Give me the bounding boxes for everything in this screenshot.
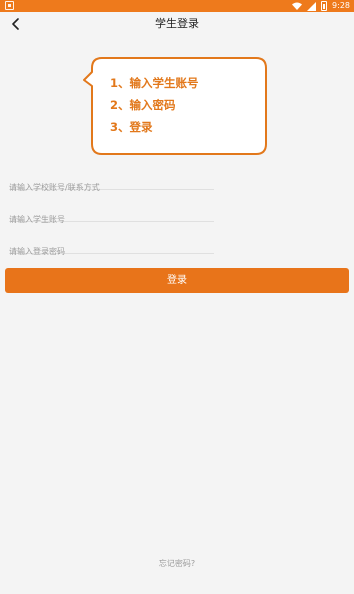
nav-bar: 学生登录: [0, 12, 354, 36]
forgot-password-link[interactable]: 忘记密码?: [0, 558, 354, 569]
chevron-left-icon: [12, 18, 19, 30]
back-button[interactable]: [6, 14, 26, 34]
login-button[interactable]: 登录: [5, 268, 349, 293]
school-account-input[interactable]: [9, 180, 214, 195]
tip-line-3: 3、登录: [110, 120, 153, 134]
tip-list: 1、输入学生账号 2、输入密码 3、登录: [110, 72, 199, 138]
password-field: [9, 239, 214, 259]
page-title: 学生登录: [155, 17, 199, 30]
tip-line-1: 1、输入学生账号: [110, 76, 199, 90]
student-account-input[interactable]: [9, 212, 214, 227]
password-input[interactable]: [9, 244, 214, 259]
status-bar: 9:28: [0, 0, 354, 12]
wifi-icon: [292, 2, 303, 10]
status-icons: 9:28: [292, 0, 350, 12]
school-account-field: [9, 175, 214, 195]
signal-icon: [307, 1, 317, 11]
tip-bubble: 1、输入学生账号 2、输入密码 3、登录: [82, 54, 268, 158]
notification-icon: [5, 1, 14, 10]
student-account-field: [9, 207, 214, 227]
battery-icon: [321, 1, 328, 11]
tip-line-2: 2、输入密码: [110, 98, 176, 112]
status-time: 9:28: [332, 1, 350, 10]
